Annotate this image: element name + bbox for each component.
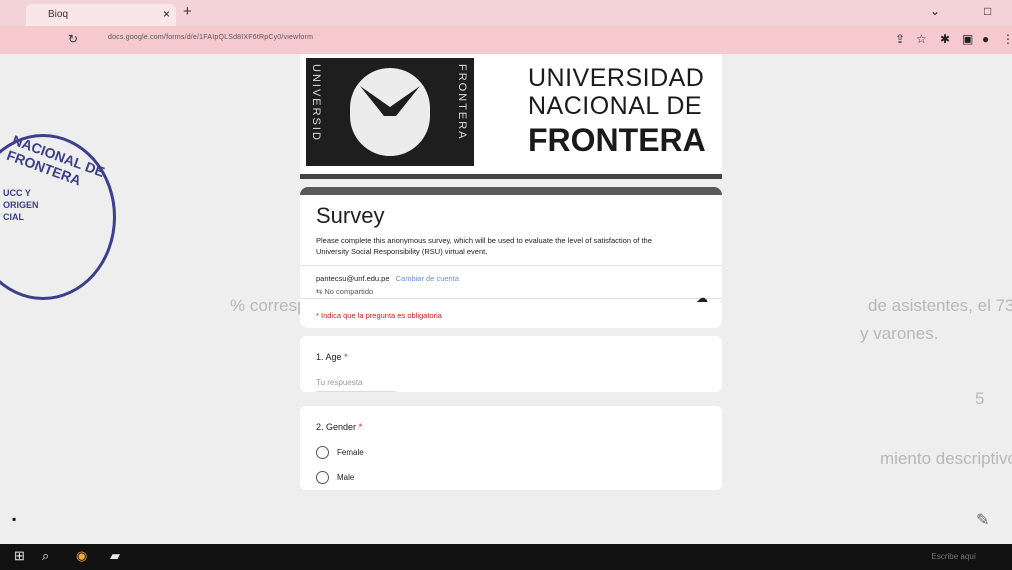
radio-button[interactable]	[316, 471, 329, 484]
gender-option-female[interactable]: Female	[300, 440, 722, 465]
edit-pen-icon[interactable]: ✎	[976, 510, 989, 530]
bg-text-line2: y varones.	[860, 324, 939, 343]
radio-button[interactable]	[316, 446, 329, 459]
bg-text-line3: 5	[975, 389, 985, 408]
question-number: 2.	[316, 422, 324, 432]
question-number: 1.	[316, 352, 324, 362]
question-card-gender: 2. Gender * Female Male	[300, 406, 722, 490]
profile-icon[interactable]: ●	[982, 32, 989, 46]
banner-line3: FRONTERA	[528, 122, 706, 158]
minimize-icon[interactable]: ⌄	[930, 4, 940, 18]
taskbar-app-icon[interactable]: ▰	[110, 548, 120, 564]
new-tab-icon[interactable]: +	[183, 3, 192, 20]
seal-inner-text: UCC Y ORIGEN CIAL	[3, 188, 39, 222]
question-title: 1. Age *	[300, 336, 722, 370]
address-bar: ↻ docs.google.com/forms/d/e/1FAIpQLSd8IX…	[0, 26, 1012, 54]
not-shared-row: ⇆ No compartido	[300, 285, 722, 298]
google-form: UNIVERSID FRONTERA UNIVERSIDAD NACIONAL …	[300, 54, 722, 490]
search-icon[interactable]: ⌕	[42, 548, 49, 564]
not-shared-icon: ⇆	[316, 287, 323, 296]
logo-side-left: UNIVERSID	[310, 64, 322, 142]
menu-icon[interactable]: ⋮	[1002, 32, 1012, 46]
tab-title: Bioq	[48, 9, 69, 20]
close-tab-icon[interactable]: ×	[163, 7, 170, 21]
maximize-icon[interactable]: □	[984, 4, 991, 18]
account-row: pantecsu@unf.edu.pe Cambiar de cuenta	[300, 266, 722, 285]
logo-side-right: FRONTERA	[456, 64, 468, 141]
university-seal: NACIONAL DE FRONTERA UCC Y ORIGEN CIAL	[0, 132, 116, 300]
banner-line1: UNIVERSIDAD	[528, 64, 705, 92]
university-logo: UNIVERSID FRONTERA	[306, 58, 474, 166]
bg-text-line1: de asistentes, el 73	[868, 296, 1012, 315]
bg-text-line4: miento descriptivos	[880, 449, 1012, 468]
browser-tab-bar: Bioq × + ⌄ □	[0, 0, 1012, 26]
question-label: Age	[325, 352, 342, 362]
form-header-card: Survey Please complete this anonymous su…	[300, 187, 722, 328]
windows-start-icon[interactable]: ⊞	[14, 548, 25, 564]
browser-tab[interactable]: Bioq ×	[26, 4, 176, 26]
switch-account-link[interactable]: Cambiar de cuenta	[396, 274, 459, 283]
account-email: pantecsu@unf.edu.pe	[316, 274, 390, 283]
extension-icon[interactable]: ✱	[940, 32, 950, 46]
windows-taskbar: ⊞ ⌕ ◉ ▰ Escribe aquí	[0, 544, 1012, 570]
cloud-saved-icon: ☁	[696, 291, 708, 305]
bookmark-star-icon[interactable]: ☆	[916, 32, 927, 46]
age-answer-input[interactable]: Tu respuesta	[316, 378, 396, 392]
required-asterisk: *	[344, 352, 348, 362]
not-shared-label: No compartido	[324, 287, 374, 296]
banner-line2: NACIONAL DE	[528, 92, 703, 120]
url-field[interactable]: docs.google.com/forms/d/e/1FAIpQLSd8IXF6…	[108, 34, 313, 41]
question-title: 2. Gender *	[300, 406, 722, 440]
reload-icon[interactable]: ↻	[68, 32, 78, 46]
university-banner: UNIVERSID FRONTERA UNIVERSIDAD NACIONAL …	[300, 54, 722, 179]
form-title: Survey	[316, 203, 385, 228]
question-card-age: 1. Age * Tu respuesta	[300, 336, 722, 392]
option-label: Male	[337, 473, 355, 482]
required-note: * Indica que la pregunta es obligatoria	[316, 311, 442, 320]
page-content: de asistentes, el 73 % correspondía a y …	[0, 54, 1012, 544]
system-tray: Escribe aquí	[931, 552, 976, 561]
chrome-icon[interactable]: ◉	[76, 548, 87, 564]
sidebar-icon[interactable]: ▣	[962, 32, 973, 46]
feedback-icon[interactable]: ▪	[12, 512, 16, 526]
question-label: Gender	[326, 422, 357, 432]
share-icon[interactable]: ⇪	[895, 32, 905, 46]
form-description: Please complete this anonymous survey, w…	[316, 236, 652, 256]
gender-option-male[interactable]: Male	[300, 465, 722, 490]
option-label: Female	[337, 448, 364, 457]
required-asterisk: *	[358, 422, 363, 432]
